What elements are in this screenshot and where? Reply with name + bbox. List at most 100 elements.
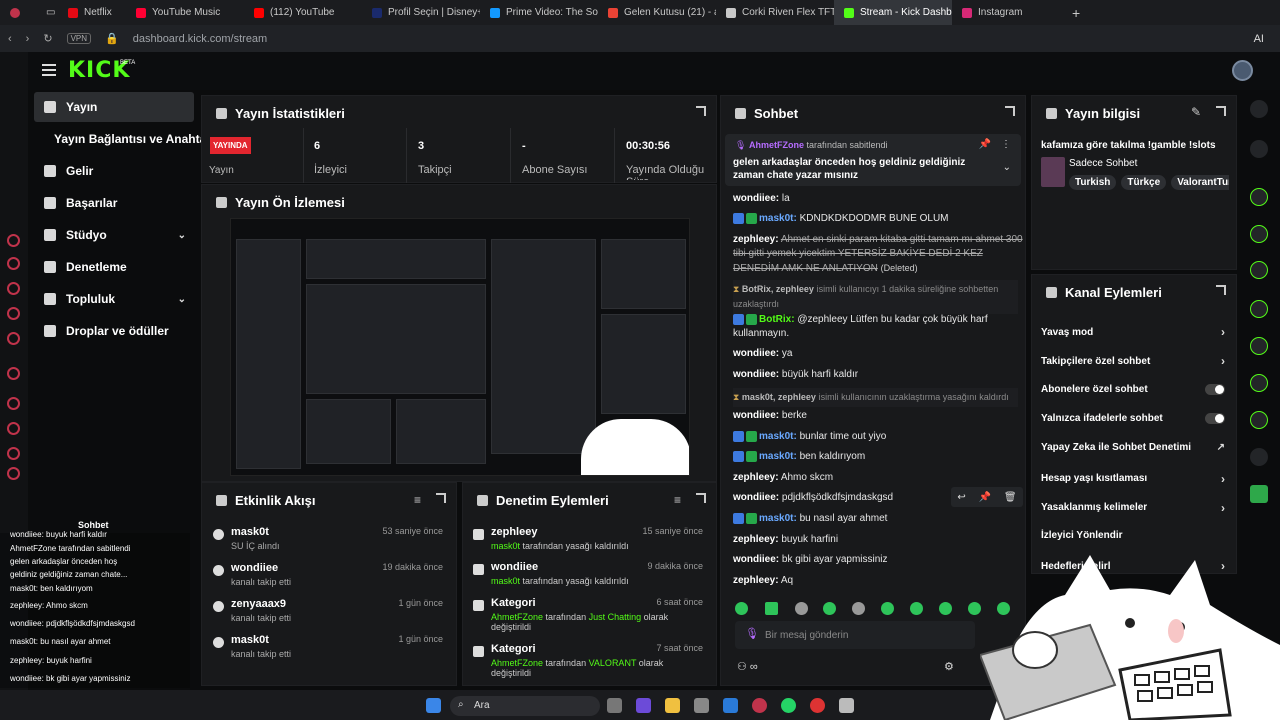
expand-icon[interactable] <box>696 493 706 503</box>
list-item[interactable]: zephleey mask0t tarafından yasağı kaldırı… <box>473 526 703 551</box>
url-field[interactable]: dashboard.kick.com/stream <box>133 33 268 45</box>
sidebar-app-icon[interactable] <box>7 447 20 460</box>
expand-icon[interactable] <box>436 493 446 503</box>
chat-message[interactable]: mask0t: bu nasıl ayar ahmet <box>733 512 1023 526</box>
expand-icon[interactable] <box>696 106 706 116</box>
tag-chip[interactable]: ValorantTurk <box>1171 175 1229 190</box>
sidebar-item-7[interactable]: Droplar ve ödüller <box>34 316 194 346</box>
pinned-message[interactable]: 🎙 AhmetFZone tarafından sabitlendi gelen… <box>725 134 1021 186</box>
sidebar-item-6[interactable]: Topluluk ⌄ <box>34 284 194 314</box>
quick-action-icon[interactable] <box>1250 337 1268 355</box>
sidebar-item-0[interactable]: Yayın <box>34 92 194 122</box>
quick-action-icon[interactable] <box>1250 300 1268 318</box>
browser-tab[interactable]: Netflix <box>58 0 126 25</box>
stream-preview-video[interactable] <box>230 218 690 476</box>
channel-action-item[interactable]: İzleyici Yönlendir <box>1041 530 1225 541</box>
sidebar-app-icon[interactable] <box>7 367 20 380</box>
folder-icon[interactable] <box>665 698 680 713</box>
sidebar-app-icon[interactable] <box>7 397 20 410</box>
chat-message[interactable]: wondiiee: berke <box>733 409 1023 423</box>
vpn-badge[interactable]: VPN <box>66 33 92 44</box>
chevron-down-icon[interactable]: ⌄ <box>1003 162 1011 173</box>
emote-icon[interactable] <box>939 602 952 615</box>
new-tab-button[interactable]: + <box>1062 0 1092 25</box>
chat-message[interactable]: wondiiee: la <box>733 192 1023 206</box>
back-icon[interactable]: ‹ <box>8 33 12 45</box>
toggle-switch[interactable] <box>1205 412 1225 424</box>
menu-icon[interactable] <box>42 64 56 76</box>
emote-icon[interactable] <box>881 602 894 615</box>
browser-tab[interactable]: Prime Video: The Sopran <box>480 0 598 25</box>
quick-action-icon[interactable] <box>1250 411 1268 429</box>
filter-icon[interactable]: ≡ <box>674 493 681 507</box>
toggle-switch[interactable] <box>1205 383 1225 395</box>
expand-icon[interactable] <box>1005 106 1015 116</box>
sidebar-app-icon[interactable] <box>7 467 20 480</box>
tag-chip[interactable]: Türkçe <box>1121 175 1167 190</box>
taskbar-search[interactable]: Ara <box>450 696 600 716</box>
list-item[interactable]: zenyaaax9 kanalı takip etti 1 gün önce <box>213 598 443 623</box>
browser-tab[interactable]: Instagram <box>952 0 1062 25</box>
tab-overview-icon[interactable]: ▭ <box>36 0 58 25</box>
reply-icon[interactable]: ↩ <box>957 492 965 503</box>
ai-button[interactable]: AI <box>1254 33 1264 45</box>
system-message[interactable]: ⧗ mask0t, zephleey isimli kullanıcının u… <box>733 388 1018 407</box>
sidebar-app-icon[interactable] <box>7 282 20 295</box>
list-item[interactable]: mask0t SU İÇ alındı 53 saniye önce <box>213 526 443 551</box>
emote-picker-icon[interactable]: ⚇ ∞ <box>737 660 758 673</box>
chat-input[interactable]: Bir mesaj gönderin <box>735 621 975 649</box>
expand-icon[interactable] <box>1216 106 1226 116</box>
browser-tab[interactable]: Stream - Kick Dashboard <box>834 0 952 25</box>
emote-icon[interactable] <box>735 602 748 615</box>
sidebar-app-icon[interactable] <box>7 257 20 270</box>
channel-action-item[interactable]: Yapay Zeka ile Sohbet Denetimi ↗ <box>1041 442 1225 453</box>
sidebar-app-icon[interactable] <box>7 332 20 345</box>
info-icon[interactable] <box>1250 100 1268 118</box>
avatar[interactable] <box>1232 60 1253 81</box>
mic-icon[interactable]: 🎙 <box>745 627 759 640</box>
pin-icon[interactable]: 📌 <box>979 139 991 150</box>
expand-icon[interactable] <box>1216 285 1226 295</box>
emote-icon[interactable] <box>823 602 836 615</box>
browser-tab[interactable]: YouTube Music <box>126 0 244 25</box>
browser-tab[interactable]: (112) YouTube <box>244 0 362 25</box>
browser-tab[interactable]: Profil Seçin | Disney+ <box>362 0 480 25</box>
channel-action-item[interactable]: Abonelere özel sohbet <box>1041 383 1225 395</box>
sidebar-item-2[interactable]: Gelir <box>34 156 194 186</box>
list-item[interactable]: Kategori AhmetFZone tarafından VALORANT o… <box>473 643 703 678</box>
sidebar-item-5[interactable]: Denetleme <box>34 252 194 282</box>
chat-message[interactable]: mask0t: bunlar time out yiyo <box>733 430 1023 444</box>
system-message[interactable]: ⧗ BotRix, zephleey isimli kullanıcıyı 1 … <box>733 280 1018 314</box>
sidebar-item-4[interactable]: Stüdyo ⌄ <box>34 220 194 250</box>
sidebar-item-3[interactable]: Başarılar <box>34 188 194 218</box>
tag-chip[interactable]: Turkish <box>1069 175 1117 190</box>
sidebar-item-1[interactable]: Yayın Bağlantısı ve Anahtarı <box>34 124 214 154</box>
chat-message[interactable]: zephleey: Ahmo skcm <box>733 471 1023 485</box>
chat-message[interactable]: zephleey: Ahmet en sinki param kitaba gi… <box>733 233 1023 276</box>
windows-start-icon[interactable] <box>426 698 441 713</box>
browser-tab[interactable]: Gelen Kutusu (21) - ahmet <box>598 0 716 25</box>
edit-icon[interactable]: ✎ <box>1191 105 1201 119</box>
app-icon[interactable] <box>694 698 709 713</box>
reload-icon[interactable]: ↻ <box>43 32 52 45</box>
edit-icon[interactable] <box>1250 140 1268 158</box>
trash-icon[interactable]: 🗑 <box>1004 492 1017 503</box>
chat-message[interactable]: mask0t: KDNDKDKDODMR BUNE OLUM <box>733 212 1023 226</box>
settings-icon[interactable]: ⚙ <box>944 660 954 673</box>
filter-icon[interactable]: ≡ <box>414 493 421 507</box>
app-icon[interactable] <box>810 698 825 713</box>
list-item[interactable]: Kategori AhmetFZone tarafından Just Chatt… <box>473 597 703 632</box>
quick-action-icon[interactable] <box>1250 485 1268 503</box>
quick-action-icon[interactable] <box>1250 261 1268 279</box>
channel-action-item[interactable]: Hesap yaşı kısıtlaması › <box>1041 472 1225 486</box>
forward-icon[interactable]: › <box>26 33 30 45</box>
sidebar-app-icon[interactable] <box>7 422 20 435</box>
chat-message[interactable]: wondiiee: ya <box>733 347 1023 361</box>
mail-icon[interactable] <box>723 698 738 713</box>
whatsapp-icon[interactable] <box>781 698 796 713</box>
pin-icon[interactable]: 📌 <box>979 492 991 503</box>
emote-icon[interactable] <box>765 602 778 615</box>
list-item[interactable]: mask0t kanalı takip etti 1 gün önce <box>213 634 443 659</box>
quick-action-icon[interactable] <box>1250 448 1268 466</box>
channel-action-item[interactable]: Yalnızca ifadelerle sohbet <box>1041 412 1225 424</box>
